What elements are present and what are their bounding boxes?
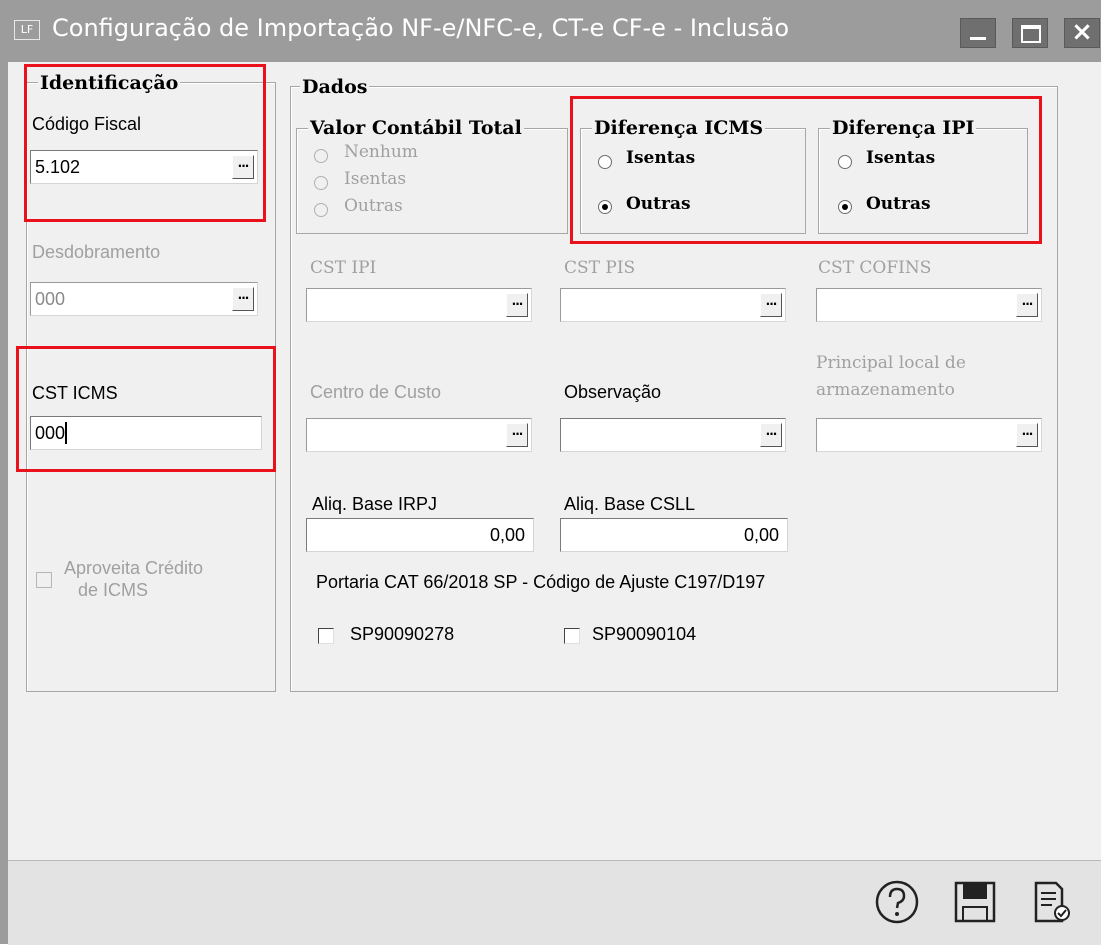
minimize-button[interactable]	[960, 18, 996, 48]
desdobramento-field[interactable]: 000 ...	[30, 282, 258, 316]
aproveita-credito-label-line1: Aproveita Crédito	[64, 558, 204, 578]
valor-contabil-isentas-label: Isentas	[344, 169, 407, 189]
cst-pis-label: CST PIS	[564, 258, 636, 278]
window-border	[0, 62, 8, 944]
principal-local-label-line2: armazenamento	[816, 380, 955, 400]
cst-ipi-label: CST IPI	[310, 258, 377, 278]
centro-custo-label: Centro de Custo	[310, 382, 442, 402]
sp90090278-label: SP90090278	[350, 624, 455, 644]
observacao-field[interactable]: ...	[560, 418, 786, 452]
app-logo-icon: LF	[14, 20, 40, 40]
portaria-label: Portaria CAT 66/2018 SP - Código de Ajus…	[316, 572, 766, 592]
window-title: Configuração de Importação NF-e/NFC-e, C…	[52, 14, 790, 42]
valor-contabil-outras-label: Outras	[344, 196, 403, 216]
aliq-irpj-value: 0,00	[489, 525, 525, 545]
cst-ipi-field[interactable]: ...	[306, 288, 532, 322]
help-icon[interactable]	[872, 877, 922, 927]
observacao-lookup-button[interactable]: ...	[760, 423, 782, 447]
valor-contabil-isentas-radio[interactable]	[314, 176, 328, 190]
cst-cofins-lookup-button[interactable]: ...	[1016, 293, 1038, 317]
valor-contabil-group	[296, 128, 568, 234]
close-button[interactable]: ×	[1064, 17, 1100, 48]
valor-contabil-outras-radio[interactable]	[314, 203, 328, 217]
notes-icon[interactable]	[1026, 877, 1076, 927]
cst-ipi-lookup-button[interactable]: ...	[506, 293, 528, 317]
highlight-diferencas	[570, 96, 1042, 244]
sp90090104-checkbox[interactable]	[564, 628, 580, 644]
desdobramento-lookup-button[interactable]: ...	[232, 287, 254, 311]
aproveita-credito-label-line2: de ICMS	[78, 580, 149, 600]
save-icon[interactable]	[950, 877, 1000, 927]
desdobramento-label: Desdobramento	[32, 242, 161, 262]
cst-cofins-label: CST COFINS	[818, 258, 932, 278]
aliq-irpj-label: Aliq. Base IRPJ	[312, 494, 438, 514]
cst-pis-field[interactable]: ...	[560, 288, 786, 322]
dados-legend: Dados	[300, 76, 370, 98]
desdobramento-value: 000	[35, 289, 66, 309]
principal-local-lookup-button[interactable]: ...	[1016, 423, 1038, 447]
aliq-csll-label: Aliq. Base CSLL	[564, 494, 696, 514]
maximize-icon	[1021, 25, 1041, 43]
maximize-button[interactable]	[1012, 18, 1048, 48]
aliq-csll-value: 0,00	[743, 525, 779, 545]
centro-custo-field[interactable]: ...	[306, 418, 532, 452]
close-icon: ×	[1071, 17, 1093, 47]
principal-local-field[interactable]: ...	[816, 418, 1042, 452]
dialog-window: LF Configuração de Importação NF-e/NFC-e…	[0, 0, 1101, 945]
observacao-label: Observação	[564, 382, 662, 402]
valor-contabil-nenhum-label: Nenhum	[344, 142, 418, 162]
sp90090278-checkbox[interactable]	[318, 628, 334, 644]
valor-contabil-nenhum-radio[interactable]	[314, 149, 328, 163]
bottom-toolbar	[8, 860, 1101, 945]
aproveita-credito-checkbox[interactable]	[36, 572, 52, 588]
centro-custo-lookup-button[interactable]: ...	[506, 423, 528, 447]
highlight-cst-icms	[16, 346, 276, 472]
principal-local-label-line1: Principal local de	[816, 353, 966, 373]
cst-pis-lookup-button[interactable]: ...	[760, 293, 782, 317]
aliq-irpj-field[interactable]: 0,00	[306, 518, 534, 552]
title-bar[interactable]: LF Configuração de Importação NF-e/NFC-e…	[0, 0, 1101, 62]
aliq-csll-field[interactable]: 0,00	[560, 518, 788, 552]
sp90090104-label: SP90090104	[592, 624, 697, 644]
valor-contabil-legend: Valor Contábil Total	[308, 117, 524, 139]
cst-cofins-field[interactable]: ...	[816, 288, 1042, 322]
highlight-identificacao	[24, 64, 266, 222]
minimize-icon	[970, 37, 986, 40]
